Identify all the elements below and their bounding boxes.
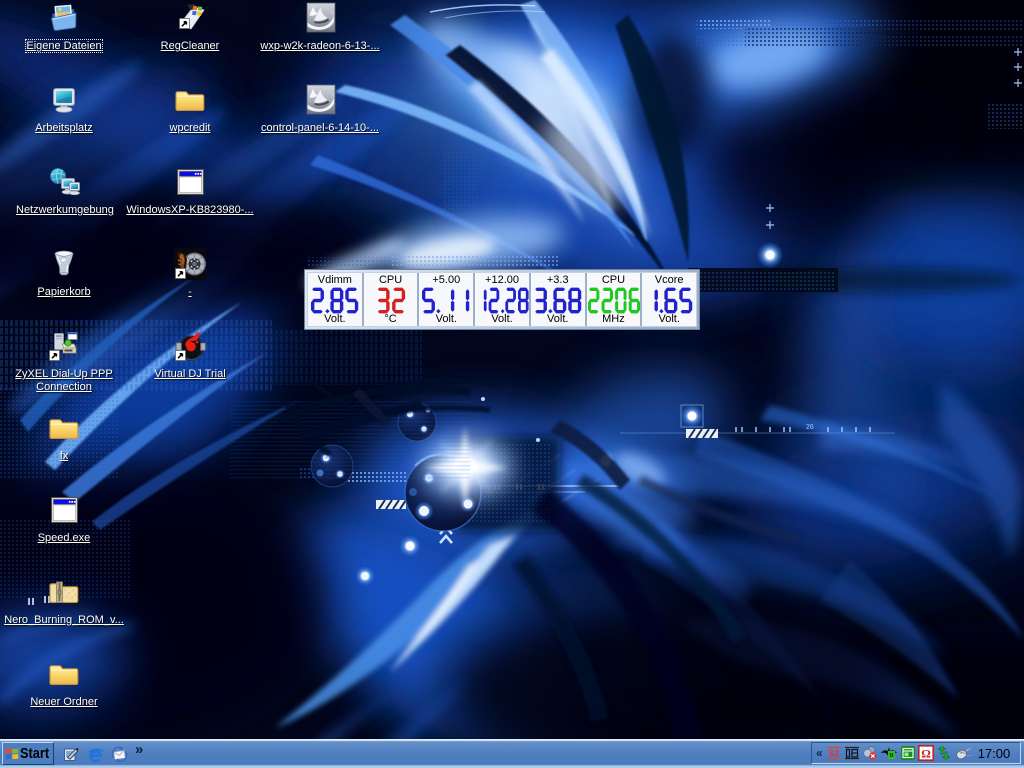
svg-text:26: 26 <box>806 424 814 431</box>
svg-text:32: 32 <box>828 749 840 760</box>
svg-text:Ω: Ω <box>921 747 931 761</box>
